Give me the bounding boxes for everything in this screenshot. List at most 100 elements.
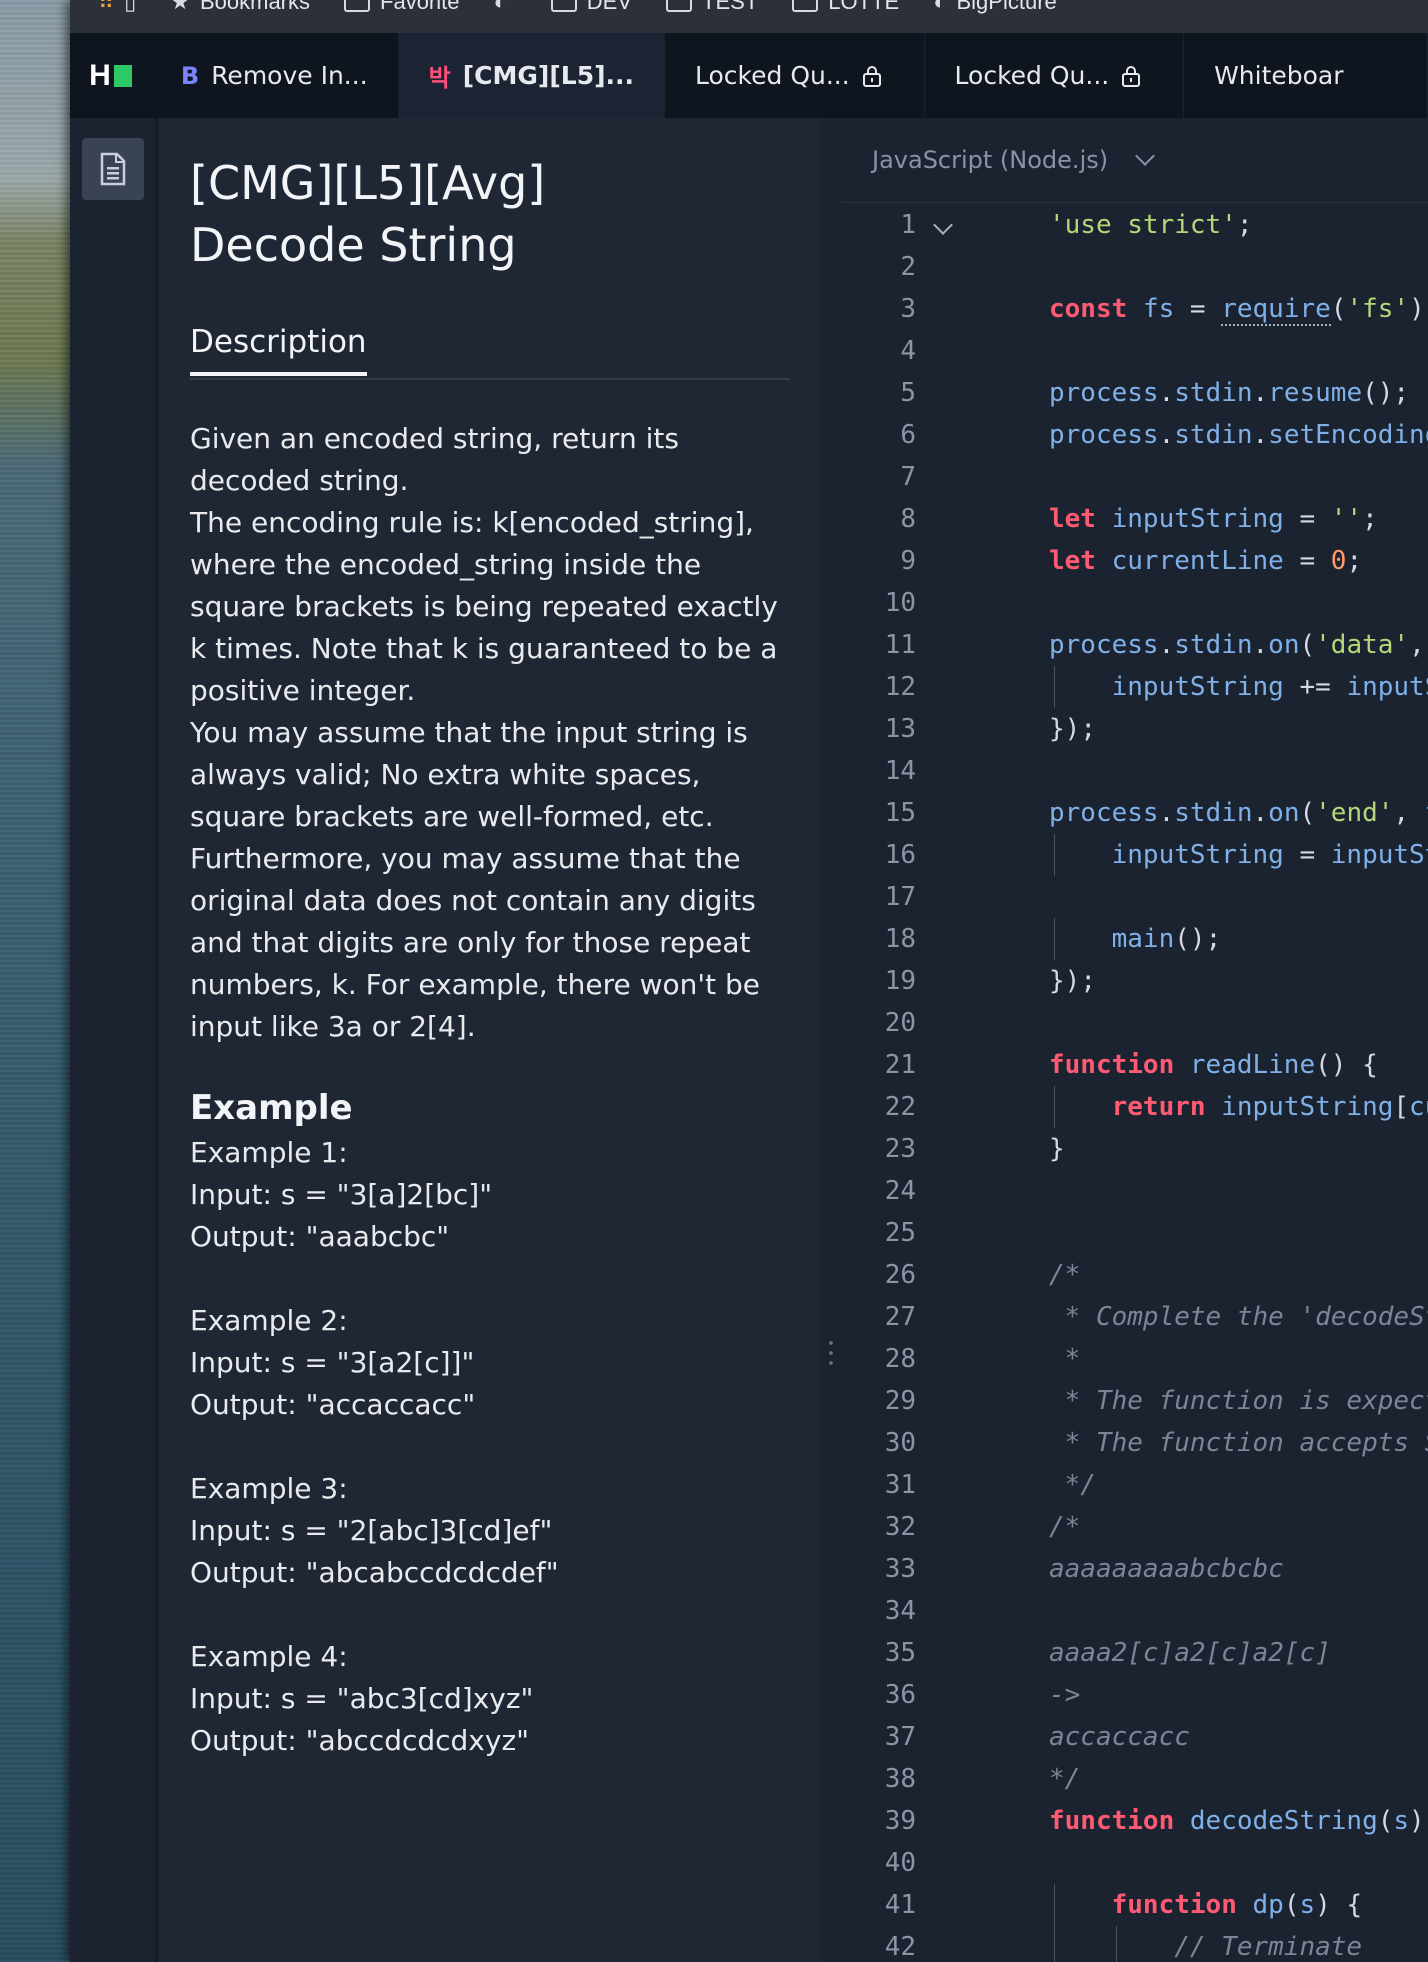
- code-line[interactable]: 1 'use strict';: [842, 204, 1428, 246]
- line-number: 12: [884, 672, 916, 702]
- code-text: * The function accepts STR: [1064, 1428, 1428, 1458]
- tab-label: Whiteboar: [1214, 61, 1344, 90]
- description-toggle-button[interactable]: [82, 138, 144, 200]
- line-number: 19: [884, 966, 916, 996]
- tab-whiteboard[interactable]: Whiteboar: [1184, 33, 1428, 118]
- code-line[interactable]: 17: [842, 876, 1428, 918]
- code-text: let currentLine = 0;: [1049, 546, 1363, 576]
- tab-locked-question[interactable]: Locked Qu...: [925, 33, 1185, 118]
- line-number: 33: [884, 1554, 916, 1584]
- panel-resize-divider[interactable]: [820, 118, 842, 1962]
- bookmark-item[interactable]: LOTTE: [792, 0, 899, 15]
- code-line[interactable]: 40: [842, 1842, 1428, 1884]
- code-line[interactable]: 15 process.stdin.on('end', fun: [842, 792, 1428, 834]
- code-text: let inputString = '';: [1049, 504, 1378, 534]
- bookmark-item[interactable]: TEST: [666, 0, 758, 15]
- tab-remove-in[interactable]: B Remove In...: [151, 33, 399, 118]
- code-line[interactable]: 13});: [842, 708, 1428, 750]
- desktop-wallpaper: [0, 0, 70, 1962]
- code-line[interactable]: 42 // Terminate: [842, 1926, 1428, 1962]
- code-line[interactable]: 9 let currentLine = 0;: [842, 540, 1428, 582]
- example-title: Example 3:: [190, 1472, 348, 1505]
- code-line[interactable]: 29 * The function is expected: [842, 1380, 1428, 1422]
- bookmark-item[interactable]: ◐: [494, 0, 517, 15]
- code-line[interactable]: 21 function readLine() {: [842, 1044, 1428, 1086]
- code-line[interactable]: 11 process.stdin.on('data', fu: [842, 624, 1428, 666]
- drag-handle-icon[interactable]: [829, 1338, 833, 1368]
- bookmark-label: DEV: [586, 0, 633, 14]
- apps-launcher[interactable]: ⠿ ▯: [98, 0, 136, 15]
- line-number: 6: [900, 420, 916, 450]
- code-line[interactable]: 30 * The function accepts STR: [842, 1422, 1428, 1464]
- example-output: Output: "abcabccdcdcdef": [190, 1556, 559, 1589]
- code-line[interactable]: 34: [842, 1590, 1428, 1632]
- code-line[interactable]: 35 aaaa2[c]a2[c]a2[c]: [842, 1632, 1428, 1674]
- bookmark-item[interactable]: ◐ BigPicture: [933, 0, 1057, 15]
- code-line[interactable]: 41 function dp(s) {: [842, 1884, 1428, 1926]
- line-number: 21: [884, 1050, 916, 1080]
- code-text: }: [1049, 1134, 1065, 1164]
- code-line[interactable]: 37 accaccacc: [842, 1716, 1428, 1758]
- tab-icon-b: B: [180, 61, 200, 90]
- folder-icon: [344, 0, 371, 12]
- bookmark-item[interactable]: DEV: [550, 0, 633, 15]
- fold-chevron-icon[interactable]: [933, 215, 953, 235]
- bookmark-item[interactable]: Favorite: [344, 0, 460, 15]
- example-input: Input: s = "abc3[cd]xyz": [190, 1682, 534, 1715]
- line-number: 22: [884, 1092, 916, 1122]
- code-line[interactable]: 38 */: [842, 1758, 1428, 1800]
- tab-decode-string[interactable]: 박 [CMG][L5]...: [398, 33, 666, 118]
- code-line[interactable]: 19});: [842, 960, 1428, 1002]
- code-line[interactable]: 3 const fs = require('fs');: [842, 288, 1428, 330]
- code-line[interactable]: 28 *: [842, 1338, 1428, 1380]
- code-line[interactable]: 26 /*: [842, 1254, 1428, 1296]
- line-number: 9: [900, 546, 916, 576]
- bookmark-label: Favorite: [380, 0, 460, 14]
- tab-description[interactable]: Description: [190, 324, 367, 376]
- code-text: */: [1049, 1764, 1081, 1794]
- code-line[interactable]: 6 process.stdin.setEncoding(': [842, 414, 1428, 456]
- code-line[interactable]: 24: [842, 1170, 1428, 1212]
- line-number: 11: [884, 630, 916, 660]
- code-line[interactable]: 18 main();: [842, 918, 1428, 960]
- hackerrank-logo[interactable]: H: [70, 33, 151, 118]
- code-line[interactable]: 32 /*: [842, 1506, 1428, 1548]
- code-line[interactable]: 7: [842, 456, 1428, 498]
- code-line[interactable]: 36 ->: [842, 1674, 1428, 1716]
- language-selector[interactable]: JavaScript (Node.js): [842, 118, 1428, 203]
- code-line[interactable]: 10: [842, 582, 1428, 624]
- code-line[interactable]: 39 function decodeString(s) {: [842, 1800, 1428, 1842]
- code-line[interactable]: 2: [842, 246, 1428, 288]
- globe-icon: ◐: [933, 0, 947, 14]
- line-number: 37: [884, 1722, 916, 1752]
- code-line[interactable]: 22 return inputString[curr: [842, 1086, 1428, 1128]
- code-text: /*: [1049, 1512, 1081, 1542]
- line-number: 16: [884, 840, 916, 870]
- code-line[interactable]: 12 inputString += inputStd: [842, 666, 1428, 708]
- line-number: 32: [884, 1512, 916, 1542]
- code-line[interactable]: 8 let inputString = '';: [842, 498, 1428, 540]
- code-text: * Complete the 'decodeStri: [1064, 1302, 1428, 1332]
- lock-icon: [862, 65, 881, 87]
- logo-letter: H: [89, 58, 111, 92]
- statement-paragraph: You may assume that the input string is …: [190, 716, 748, 833]
- bookmark-item[interactable]: ★ Bookmarks: [170, 0, 310, 15]
- code-line[interactable]: 25: [842, 1212, 1428, 1254]
- code-line[interactable]: 14: [842, 750, 1428, 792]
- example-output: Output: "aaabcbc": [190, 1220, 450, 1253]
- code-line[interactable]: 27 * Complete the 'decodeStri: [842, 1296, 1428, 1338]
- code-line[interactable]: 16 inputString = inputStri: [842, 834, 1428, 876]
- folder-icon: [666, 0, 693, 12]
- code-line[interactable]: 33 aaaaaaaaabcbcbc: [842, 1548, 1428, 1590]
- code-line[interactable]: 20: [842, 1002, 1428, 1044]
- code-area[interactable]: 1'use strict'; 2 3 const fs = require('fs')…: [842, 204, 1428, 1962]
- globe-icon: ◐: [493, 0, 507, 14]
- code-line[interactable]: 23}: [842, 1128, 1428, 1170]
- tab-bar: H B Remove In... 박 [CMG][L5]... Locked Q…: [70, 33, 1428, 118]
- line-number: 18: [884, 924, 916, 954]
- tab-locked-question[interactable]: Locked Qu...: [665, 33, 925, 118]
- code-line[interactable]: 5 process.stdin.resume();: [842, 372, 1428, 414]
- code-line[interactable]: 31 */: [842, 1464, 1428, 1506]
- code-text: process.stdin.on('data', fu: [1049, 630, 1425, 660]
- code-line[interactable]: 4: [842, 330, 1428, 372]
